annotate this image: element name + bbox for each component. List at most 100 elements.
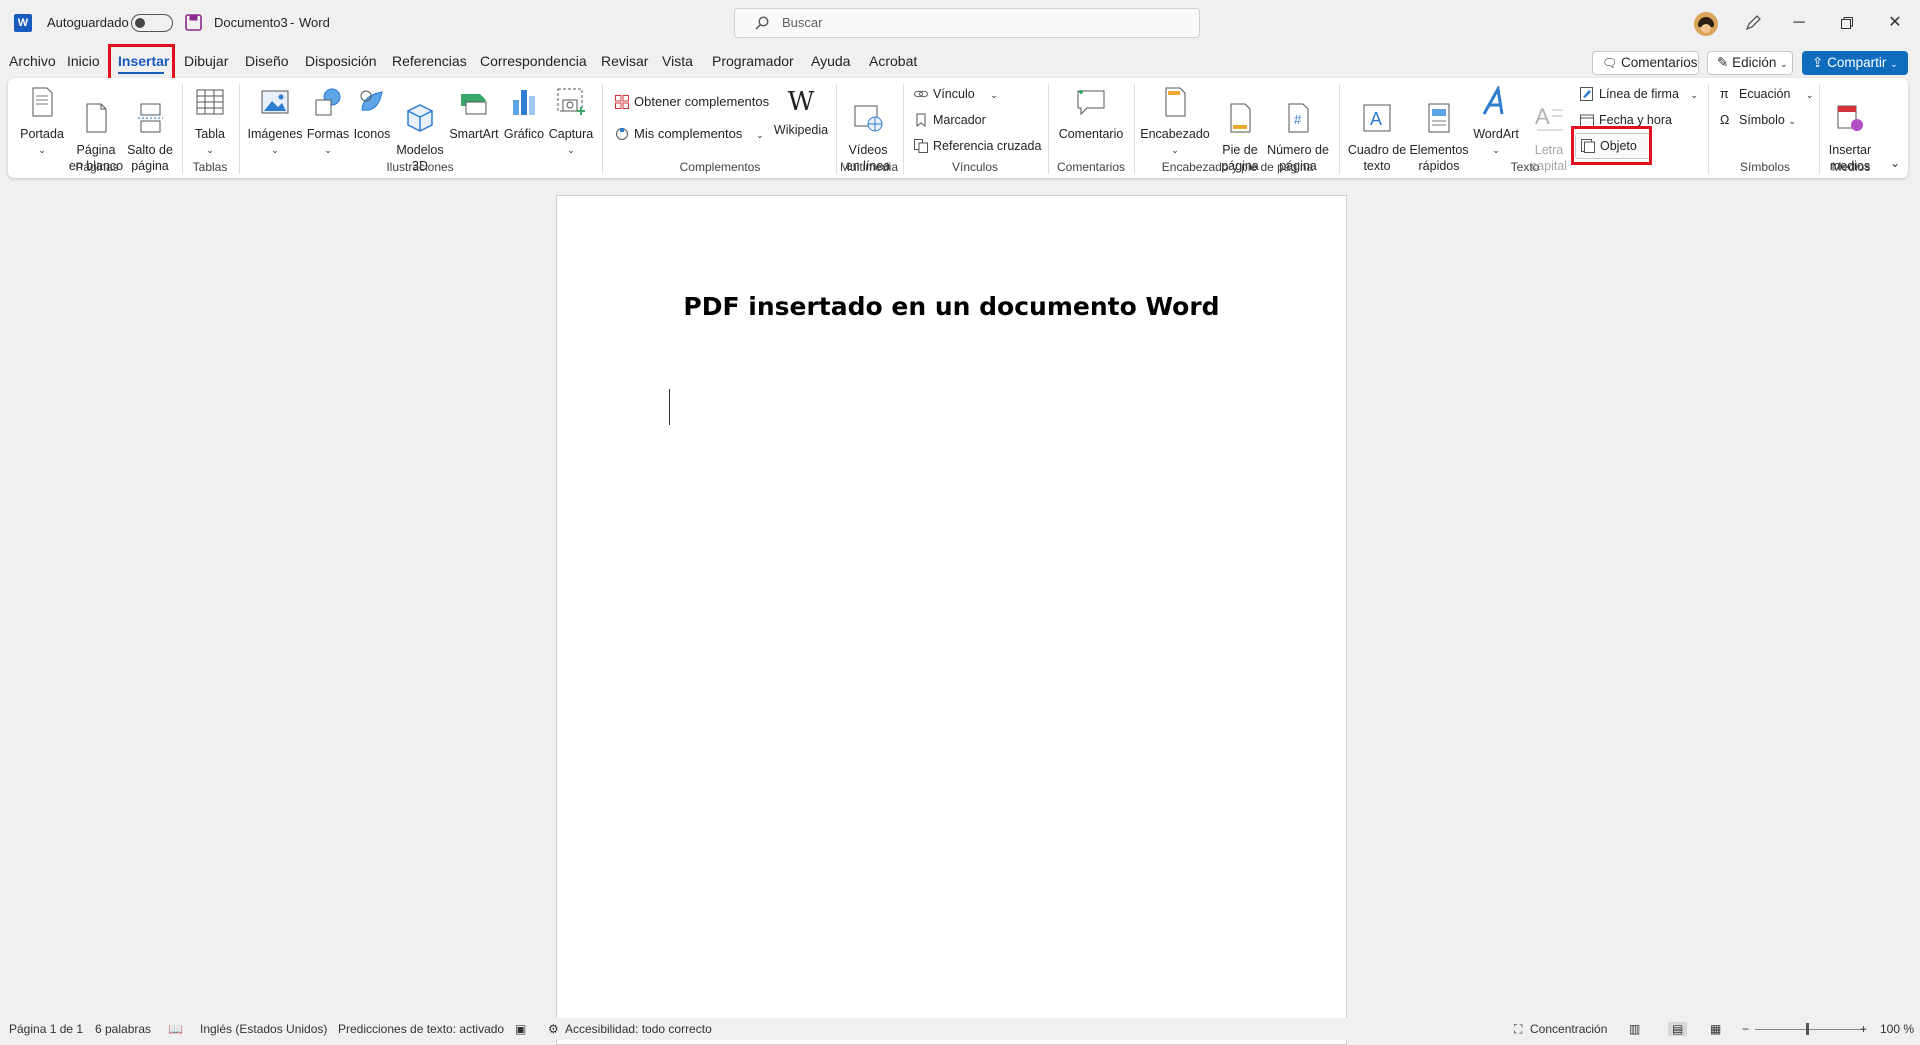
wikipedia-button[interactable]: W Wikipedia <box>772 86 830 138</box>
macro-icon[interactable]: ▣ <box>515 1022 526 1036</box>
modelos-3d-button[interactable]: Modelos 3D <box>394 86 446 190</box>
group-label-texto: Texto <box>1510 160 1540 174</box>
ecuacion-label: Ecuación <box>1739 87 1791 101</box>
videos-en-linea-button[interactable]: Vídeos en línea <box>842 86 894 190</box>
save-icon[interactable] <box>185 14 202 31</box>
chevron-down-icon: ⌄ <box>1690 90 1698 100</box>
focus-icon[interactable]: ⛶ <box>1514 1022 1522 1037</box>
tab-correspondencia[interactable]: Correspondencia <box>480 53 587 69</box>
title-bar: W Autoguardado Documento3 - Word Buscar … <box>0 0 1920 46</box>
zoom-out-button[interactable]: − <box>1742 1022 1749 1036</box>
comentario-button[interactable]: Comentario <box>1056 86 1126 142</box>
pagina-blanco-button[interactable]: Página en blanco <box>68 86 124 190</box>
ribbon-collapse-icon[interactable]: ⌄ <box>1890 156 1900 170</box>
read-mode-icon[interactable]: ▥ <box>1629 1022 1640 1036</box>
captura-button[interactable]: Captura ⌄ <box>548 86 594 158</box>
portada-button[interactable]: Portada ⌄ <box>18 86 66 158</box>
close-button[interactable]: ✕ <box>1872 8 1918 38</box>
minimize-button[interactable]: ─ <box>1776 8 1822 38</box>
mis-complementos-button[interactable]: Mis complementos ⌄ <box>615 126 764 141</box>
letra-capital-button: A Letra capital <box>1522 86 1576 190</box>
text-cursor <box>669 389 670 425</box>
highlight-box-objeto <box>1571 126 1652 165</box>
elementos-rapidos-button[interactable]: Elementos rápidos <box>1408 86 1470 190</box>
marcador-button[interactable]: Marcador <box>914 113 986 127</box>
text-predictions[interactable]: Predicciones de texto: activado <box>338 1022 504 1036</box>
salto-pagina-button[interactable]: Salto de página <box>124 86 176 190</box>
tab-referencias[interactable]: Referencias <box>392 53 467 69</box>
page-number-icon: # <box>1288 103 1309 133</box>
tab-disposicion[interactable]: Disposición <box>305 53 377 69</box>
tab-dibujar[interactable]: Dibujar <box>184 53 228 69</box>
page-count[interactable]: Página 1 de 1 <box>9 1022 83 1036</box>
icons-icon <box>360 90 383 111</box>
iconos-button[interactable]: Iconos <box>350 86 394 142</box>
ecuacion-button[interactable]: π Ecuación ⌄ <box>1720 87 1813 101</box>
word-count[interactable]: 6 palabras <box>95 1022 151 1036</box>
mis-label: Mis complementos <box>634 126 743 141</box>
pen-icon[interactable] <box>1744 14 1762 32</box>
accessibility-icon[interactable]: ⚙ <box>548 1022 559 1036</box>
formas-button[interactable]: Formas ⌄ <box>306 86 350 158</box>
bookmark-icon <box>916 113 926 127</box>
linea-firma-button[interactable]: Línea de firma ⌄ <box>1580 87 1698 101</box>
print-layout-icon[interactable]: ▤ <box>1668 1022 1688 1036</box>
proofing-icon[interactable]: 📖 <box>168 1022 183 1036</box>
avatar[interactable] <box>1694 12 1718 36</box>
insertar-medios-button[interactable]: Insertar medios <box>1822 86 1878 190</box>
accessibility-status[interactable]: Accesibilidad: todo correcto <box>565 1022 712 1036</box>
linea-firma-label: Línea de firma <box>1599 87 1679 101</box>
grafico-button[interactable]: Gráfico <box>502 86 546 142</box>
referencia-cruzada-button[interactable]: Referencia cruzada <box>914 139 1041 153</box>
tab-inicio[interactable]: Inicio <box>67 53 100 69</box>
addins-icon <box>616 128 628 140</box>
group-label-vinculos: Vínculos <box>951 160 999 174</box>
zoom-slider[interactable] <box>1755 1029 1865 1030</box>
wordart-icon <box>1482 84 1504 115</box>
group-separator <box>1708 84 1709 174</box>
zoom-level[interactable]: 100 % <box>1880 1022 1914 1036</box>
comments-button[interactable]: 🗨 Comentarios <box>1592 51 1699 75</box>
marcador-label: Marcador <box>933 113 986 127</box>
restore-button[interactable] <box>1824 8 1870 38</box>
vinculo-button[interactable]: Vínculo ⌄ <box>914 87 998 101</box>
pie-pagina-button[interactable]: Pie de página <box>1212 86 1268 190</box>
fecha-hora-button[interactable]: Fecha y hora <box>1580 113 1672 127</box>
tab-archivo[interactable]: Archivo <box>9 53 56 69</box>
document-page[interactable]: PDF insertado en un documento Word <box>556 195 1347 1045</box>
tabla-button[interactable]: Tabla ⌄ <box>190 86 230 158</box>
cuadro-texto-button[interactable]: A Cuadro de texto <box>1346 86 1408 190</box>
autosave-toggle[interactable] <box>131 14 173 32</box>
portada-label: Portada <box>20 127 64 141</box>
wordart-button[interactable]: WordArt ⌄ <box>1470 84 1522 158</box>
tab-diseno[interactable]: Diseño <box>245 53 289 69</box>
zoom-in-button[interactable]: + <box>1860 1022 1867 1036</box>
comment-icon: 🗨 <box>1602 56 1618 70</box>
focus-mode[interactable]: Concentración <box>1530 1022 1607 1036</box>
shapes-icon <box>315 88 341 116</box>
app-name: Word <box>299 15 330 30</box>
tab-acrobat[interactable]: Acrobat <box>869 53 917 69</box>
web-layout-icon[interactable]: ▦ <box>1710 1022 1721 1036</box>
encabezado-button[interactable]: Encabezado ⌄ <box>1140 86 1210 158</box>
numero-pagina-button[interactable]: # Número de página <box>1262 86 1334 190</box>
tab-ayuda[interactable]: Ayuda <box>811 53 850 69</box>
tab-vista[interactable]: Vista <box>662 53 693 69</box>
edit-mode-button[interactable]: ✎ Edición ⌄ <box>1707 51 1793 75</box>
footer-icon <box>1230 103 1251 133</box>
tab-programador[interactable]: Programador <box>712 53 794 69</box>
tab-revisar[interactable]: Revisar <box>601 53 648 69</box>
language[interactable]: Inglés (Estados Unidos) <box>200 1022 327 1036</box>
obtener-complementos-button[interactable]: Obtener complementos <box>615 94 769 109</box>
share-button[interactable]: ⇪ Compartir ⌄ <box>1802 51 1908 75</box>
imagenes-button[interactable]: Imágenes ⌄ <box>246 86 304 158</box>
smartart-button[interactable]: SmartArt <box>448 86 500 142</box>
zoom-slider-thumb[interactable] <box>1806 1023 1809 1035</box>
group-label-medios: Medios <box>1831 160 1871 174</box>
chevron-down-icon: ⌄ <box>756 130 764 140</box>
smartart-label: SmartArt <box>449 127 499 141</box>
search-input[interactable]: Buscar <box>734 8 1200 38</box>
group-separator <box>1134 84 1135 174</box>
simbolo-button[interactable]: Ω Símbolo ⌄ <box>1720 113 1796 127</box>
restore-icon <box>1841 17 1853 29</box>
